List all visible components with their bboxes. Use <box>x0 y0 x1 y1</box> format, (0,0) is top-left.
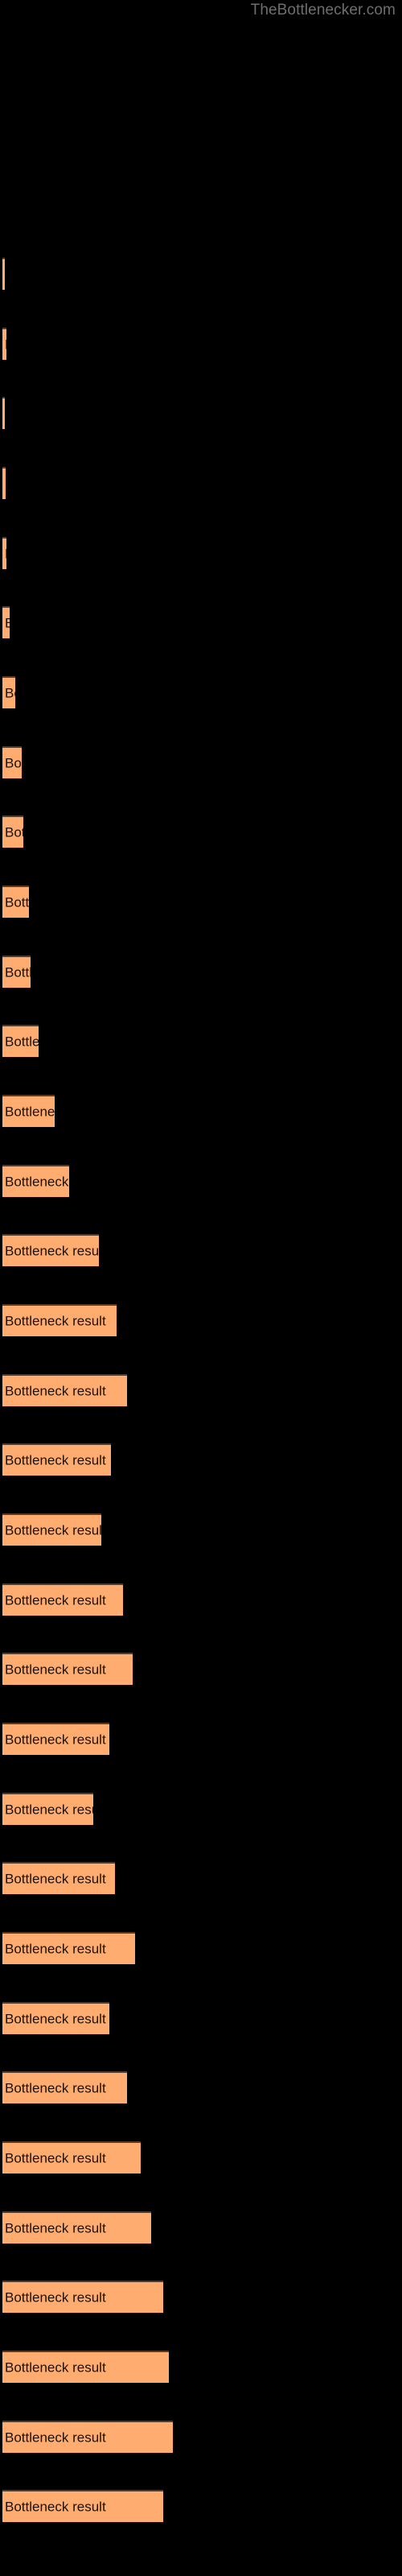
bar-label: Bottleneck result <box>5 2289 106 2306</box>
bar[interactable]: Bottleneck result <box>2 1025 39 1057</box>
bar[interactable]: Bottleneck result <box>2 1095 55 1127</box>
bar[interactable]: Bottleneck result <box>2 397 5 429</box>
bar[interactable]: Bottleneck result <box>2 2490 163 2522</box>
bar[interactable]: Bottleneck result <box>2 1165 69 1197</box>
bar[interactable]: Bottleneck result <box>2 1723 109 1755</box>
bar[interactable]: Bottleneck result <box>2 2141 141 2174</box>
bar-label: Bottleneck result <box>5 2080 106 2096</box>
bar[interactable]: Bottleneck result <box>2 2281 163 2313</box>
bar[interactable]: Bottleneck result <box>2 606 10 638</box>
bar[interactable]: Bottleneck result <box>2 1374 127 1406</box>
bar-label: Bottleneck result <box>5 1104 55 1120</box>
bar-chart: Bottleneck result Bottleneck result Bottle… <box>0 0 402 2576</box>
bar-label: Bottleneck result <box>5 1522 101 1538</box>
bar-label: Bottleneck result <box>5 547 6 562</box>
bar-label: Bottleneck result <box>5 1662 106 1678</box>
bar-label: Bottleneck result <box>5 1034 39 1050</box>
bar-label: Bottleneck result <box>5 337 6 353</box>
bar[interactable]: Bottleneck result <box>2 1443 111 1476</box>
bar[interactable]: Bottleneck result <box>2 2211 151 2244</box>
bar-label: Bottleneck result <box>5 685 15 701</box>
bar-label: Bottleneck result <box>5 1592 106 1608</box>
bar-label: Bottleneck result <box>5 2011 106 2027</box>
bar[interactable]: Bottleneck result <box>2 2421 173 2453</box>
bar[interactable]: Bottleneck result <box>2 1304 117 1336</box>
bar[interactable]: Bottleneck result <box>2 1862 115 1894</box>
bar[interactable]: Bottleneck result <box>2 2002 109 2034</box>
bar-label: Bottleneck result <box>5 2499 106 2515</box>
bar-label: Bottleneck result <box>5 2429 106 2446</box>
bar[interactable]: Bottleneck result <box>2 258 5 290</box>
bar[interactable]: Bottleneck result <box>2 956 31 988</box>
bar-label: Bottleneck result <box>5 1452 106 1468</box>
bar[interactable]: Bottleneck result <box>2 2071 127 2103</box>
bar-label: Bottleneck result <box>5 2359 106 2376</box>
bar[interactable]: Bottleneck result <box>2 1583 123 1616</box>
bar[interactable]: Bottleneck result <box>2 746 22 778</box>
bar[interactable]: Bottleneck result <box>2 815 23 848</box>
bar-label: Bottleneck result <box>5 964 31 980</box>
bar[interactable]: Bottleneck result <box>2 886 29 918</box>
bar-label: Bottleneck result <box>5 1941 106 1957</box>
bar[interactable]: Bottleneck result <box>2 676 15 708</box>
bar[interactable]: Bottleneck result <box>2 1653 133 1685</box>
bar[interactable]: Bottleneck result <box>2 1932 135 1964</box>
bar-label: Bottleneck result <box>5 1802 93 1818</box>
bar[interactable]: Bottleneck result <box>2 467 6 499</box>
bar[interactable]: Bottleneck result <box>2 537 6 569</box>
bar-label: Bottleneck result <box>5 755 22 771</box>
bar[interactable]: Bottleneck result <box>2 1234 99 1266</box>
bar-label: Bottleneck result <box>5 1243 99 1259</box>
bar[interactable]: Bottleneck result <box>2 2351 169 2383</box>
bar-label: Bottleneck result <box>5 1383 106 1399</box>
bar-label: Bottleneck result <box>5 2150 106 2166</box>
bar[interactable]: Bottleneck result <box>2 1793 93 1825</box>
bar-label: Bottleneck result <box>5 894 29 910</box>
bar-label: Bottleneck result <box>5 616 10 631</box>
bar-label: Bottleneck result <box>5 1313 106 1329</box>
bar-label: Bottleneck result <box>5 1871 106 1887</box>
bar-label: Bottleneck result <box>5 2220 106 2236</box>
bar[interactable]: Bottleneck result <box>2 1513 101 1546</box>
bar-label: Bottleneck result <box>5 477 6 492</box>
bar[interactable]: Bottleneck result <box>2 328 6 360</box>
bar-label: Bottleneck result <box>5 1174 69 1190</box>
bar-label: Bottleneck result <box>5 1732 106 1748</box>
bar-label: Bottleneck result <box>5 824 23 840</box>
